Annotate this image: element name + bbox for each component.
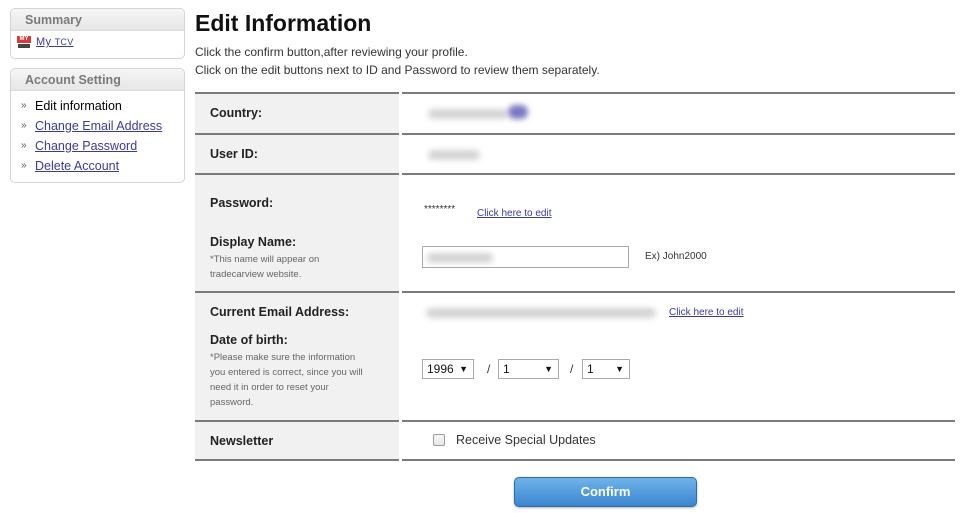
edit-email-link[interactable]: Click here to edit bbox=[669, 307, 743, 318]
dob-label: Date of birth: bbox=[210, 333, 288, 347]
dob-note-line-4: password. bbox=[210, 397, 254, 408]
change-email-link[interactable]: Change Email Address bbox=[35, 116, 162, 136]
email-label: Current Email Address: bbox=[210, 305, 350, 319]
dob-year-value: 1996 bbox=[427, 362, 454, 376]
newsletter-label: Newsletter bbox=[195, 420, 399, 461]
user-id-row: User ID: bbox=[195, 133, 955, 173]
chevron-down-icon: ▼ bbox=[459, 364, 468, 374]
account-setting-heading: Account Setting bbox=[11, 69, 184, 91]
date-separator: / bbox=[570, 362, 574, 376]
user-id-label: User ID: bbox=[195, 133, 399, 173]
country-row: Country: bbox=[195, 92, 955, 133]
user-id-value-redacted bbox=[428, 150, 480, 160]
summary-heading: Summary bbox=[11, 9, 184, 31]
dob-note-line-2: you entered is correct, since you will bbox=[210, 367, 363, 378]
account-setting-panel: Account Setting » Edit information » Cha… bbox=[10, 68, 185, 183]
dob-note-line-3: need it in order to reset your bbox=[210, 382, 329, 393]
dob-day-value: 1 bbox=[587, 362, 594, 376]
display-name-note-line-2: tradecarview website. bbox=[210, 269, 302, 280]
password-display-name-row: Password: Display Name: *This name will … bbox=[195, 173, 955, 291]
account-setting-menu: » Edit information » Change Email Addres… bbox=[11, 91, 184, 176]
bullet-icon: » bbox=[21, 140, 27, 151]
bullet-icon: » bbox=[21, 100, 27, 111]
page-title: Edit Information bbox=[195, 10, 372, 36]
delete-account-link[interactable]: Delete Account bbox=[35, 156, 119, 176]
password-masked-value: ******** bbox=[424, 204, 456, 215]
dob-month-value: 1 bbox=[503, 362, 510, 376]
email-dob-row: Current Email Address: Date of birth: *P… bbox=[195, 291, 955, 420]
edit-information-form: Country: User ID: Password: Display Name… bbox=[195, 92, 955, 461]
password-display-name-values: ******** Click here to edit Ex) John2000 bbox=[402, 173, 955, 291]
change-password-link[interactable]: Change Password bbox=[35, 136, 137, 156]
sidebar-item-change-email[interactable]: » Change Email Address bbox=[19, 116, 184, 136]
password-label: Password: bbox=[210, 196, 274, 210]
description-line-1: Click the confirm button,after reviewing… bbox=[195, 45, 468, 59]
newsletter-checkbox[interactable] bbox=[433, 434, 445, 446]
display-name-value-redacted bbox=[427, 253, 493, 263]
sidebar-item-change-password[interactable]: » Change Password bbox=[19, 136, 184, 156]
date-separator: / bbox=[487, 362, 491, 376]
my-tcv-link[interactable]: My TCV bbox=[36, 36, 74, 48]
description-line-2: Click on the edit buttons next to ID and… bbox=[195, 63, 600, 77]
my-tcv-link-row[interactable]: MY My TCV bbox=[11, 31, 184, 48]
email-dob-labels: Current Email Address: Date of birth: *P… bbox=[195, 291, 399, 420]
display-name-note-line-1: *This name will appear on bbox=[210, 254, 320, 265]
display-name-label: Display Name: bbox=[210, 235, 297, 249]
dob-note: *Please make sure the information you en… bbox=[210, 350, 399, 410]
bullet-icon: » bbox=[21, 120, 27, 131]
password-display-name-labels: Password: Display Name: *This name will … bbox=[195, 173, 399, 291]
email-dob-values: Click here to edit 1996 ▼ / 1 ▼ / 1 ▼ bbox=[402, 291, 955, 420]
user-id-value bbox=[402, 133, 955, 173]
my-tcv-label-small: TCV bbox=[54, 37, 74, 47]
my-tcv-icon-text: MY bbox=[17, 36, 31, 43]
country-label: Country: bbox=[195, 92, 399, 133]
my-tcv-icon-base bbox=[18, 44, 30, 48]
bullet-icon: » bbox=[21, 160, 27, 171]
country-value-redacted bbox=[428, 109, 508, 119]
summary-panel: Summary MY My TCV bbox=[10, 8, 185, 59]
email-value-redacted bbox=[426, 308, 656, 318]
chevron-down-icon: ▼ bbox=[544, 364, 553, 374]
country-flag-icon bbox=[508, 105, 528, 119]
sidebar-item-edit-information[interactable]: » Edit information bbox=[19, 96, 184, 116]
dob-year-select[interactable]: 1996 ▼ bbox=[422, 359, 474, 379]
display-name-example: Ex) John2000 bbox=[645, 251, 707, 262]
newsletter-checkbox-label[interactable]: Receive Special Updates bbox=[456, 433, 596, 447]
newsletter-value: Receive Special Updates bbox=[402, 420, 955, 461]
confirm-button[interactable]: Confirm bbox=[514, 477, 697, 507]
dob-day-select[interactable]: 1 ▼ bbox=[582, 359, 630, 379]
sidebar-item-label: Edit information bbox=[35, 99, 122, 113]
my-tcv-label: My bbox=[36, 36, 52, 48]
country-value bbox=[402, 92, 955, 133]
chevron-down-icon: ▼ bbox=[615, 364, 624, 374]
sidebar-item-delete-account[interactable]: » Delete Account bbox=[19, 156, 184, 176]
page-description: Click the confirm button,after reviewing… bbox=[195, 43, 600, 79]
display-name-input[interactable] bbox=[422, 246, 629, 268]
my-tcv-icon: MY bbox=[17, 36, 31, 48]
dob-month-select[interactable]: 1 ▼ bbox=[498, 359, 559, 379]
newsletter-row: Newsletter Receive Special Updates bbox=[195, 420, 955, 461]
dob-note-line-1: *Please make sure the information bbox=[210, 352, 356, 363]
edit-password-link[interactable]: Click here to edit bbox=[477, 208, 551, 219]
display-name-note: *This name will appear on tradecarview w… bbox=[210, 252, 399, 282]
